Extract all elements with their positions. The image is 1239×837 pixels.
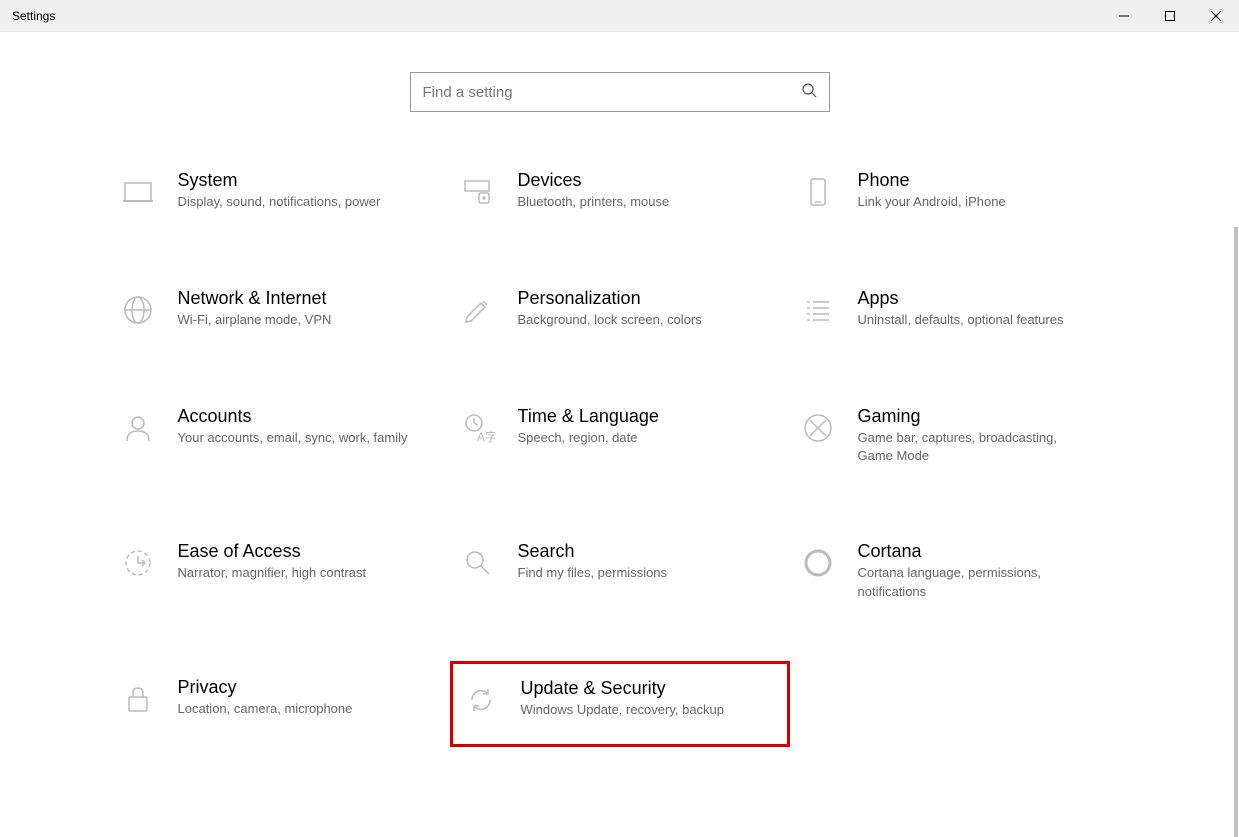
search-container	[0, 32, 1239, 162]
tile-title: System	[178, 170, 381, 191]
tile-desc: Uninstall, defaults, optional features	[858, 311, 1064, 329]
tile-ease-of-access[interactable]: Ease of Access Narrator, magnifier, high…	[110, 533, 450, 608]
tile-title: Network & Internet	[178, 288, 332, 309]
tile-update-security[interactable]: Update & Security Windows Update, recove…	[450, 661, 790, 747]
tile-title: Cortana	[858, 541, 1088, 562]
tile-title: Phone	[858, 170, 1006, 191]
search-icon	[801, 82, 817, 103]
tile-title: Update & Security	[521, 678, 725, 699]
tile-desc: Windows Update, recovery, backup	[521, 701, 725, 719]
tile-cortana[interactable]: Cortana Cortana language, permissions, n…	[790, 533, 1130, 608]
scrollbar[interactable]	[1234, 227, 1238, 837]
search-input[interactable]	[423, 84, 801, 101]
update-icon	[461, 680, 501, 720]
window-controls	[1101, 0, 1239, 32]
xbox-icon	[798, 408, 838, 448]
tile-system[interactable]: System Display, sound, notifications, po…	[110, 162, 450, 220]
tile-devices[interactable]: Devices Bluetooth, printers, mouse	[450, 162, 790, 220]
minimize-button[interactable]	[1101, 0, 1147, 32]
tile-accounts[interactable]: Accounts Your accounts, email, sync, wor…	[110, 398, 450, 473]
minimize-icon	[1119, 11, 1129, 21]
tile-desc: Bluetooth, printers, mouse	[518, 193, 670, 211]
tile-title: Ease of Access	[178, 541, 367, 562]
tile-desc: Wi-Fi, airplane mode, VPN	[178, 311, 332, 329]
apps-icon	[798, 290, 838, 330]
tile-time-language[interactable]: A字 Time & Language Speech, region, date	[450, 398, 790, 473]
titlebar: Settings	[0, 0, 1239, 32]
search-box[interactable]	[410, 72, 830, 112]
lock-icon	[118, 679, 158, 719]
tile-network-internet[interactable]: Network & Internet Wi-Fi, airplane mode,…	[110, 280, 450, 338]
ease-of-access-icon	[118, 543, 158, 583]
tile-desc: Location, camera, microphone	[178, 700, 353, 718]
tile-privacy[interactable]: Privacy Location, camera, microphone	[110, 669, 450, 729]
close-icon	[1211, 11, 1221, 21]
tile-title: Gaming	[858, 406, 1088, 427]
tile-search[interactable]: Search Find my files, permissions	[450, 533, 790, 608]
tile-title: Search	[518, 541, 668, 562]
settings-grid: System Display, sound, notifications, po…	[0, 162, 1239, 789]
system-icon	[118, 172, 158, 212]
tile-title: Accounts	[178, 406, 408, 427]
tile-desc: Display, sound, notifications, power	[178, 193, 381, 211]
search-icon	[458, 543, 498, 583]
tile-apps[interactable]: Apps Uninstall, defaults, optional featu…	[790, 280, 1130, 338]
person-icon	[118, 408, 158, 448]
content-area: System Display, sound, notifications, po…	[0, 32, 1239, 837]
tile-title: Time & Language	[518, 406, 659, 427]
tile-title: Privacy	[178, 677, 353, 698]
tile-desc: Game bar, captures, broadcasting, Game M…	[858, 429, 1088, 465]
tile-desc: Narrator, magnifier, high contrast	[178, 564, 367, 582]
globe-icon	[118, 290, 158, 330]
tile-desc: Background, lock screen, colors	[518, 311, 702, 329]
svg-text:A字: A字	[477, 429, 495, 444]
devices-icon	[458, 172, 498, 212]
tile-desc: Link your Android, iPhone	[858, 193, 1006, 211]
time-language-icon: A字	[458, 408, 498, 448]
tile-title: Devices	[518, 170, 670, 191]
close-button[interactable]	[1193, 0, 1239, 32]
tile-desc: Speech, region, date	[518, 429, 659, 447]
tile-desc: Find my files, permissions	[518, 564, 668, 582]
tile-desc: Your accounts, email, sync, work, family	[178, 429, 408, 447]
window-title: Settings	[12, 9, 55, 23]
cortana-icon	[798, 543, 838, 583]
maximize-icon	[1165, 11, 1175, 21]
tile-gaming[interactable]: Gaming Game bar, captures, broadcasting,…	[790, 398, 1130, 473]
tile-personalization[interactable]: Personalization Background, lock screen,…	[450, 280, 790, 338]
tile-title: Personalization	[518, 288, 702, 309]
tile-phone[interactable]: Phone Link your Android, iPhone	[790, 162, 1130, 220]
phone-icon	[798, 172, 838, 212]
paintbrush-icon	[458, 290, 498, 330]
maximize-button[interactable]	[1147, 0, 1193, 32]
tile-title: Apps	[858, 288, 1064, 309]
tile-desc: Cortana language, permissions, notificat…	[858, 564, 1088, 600]
